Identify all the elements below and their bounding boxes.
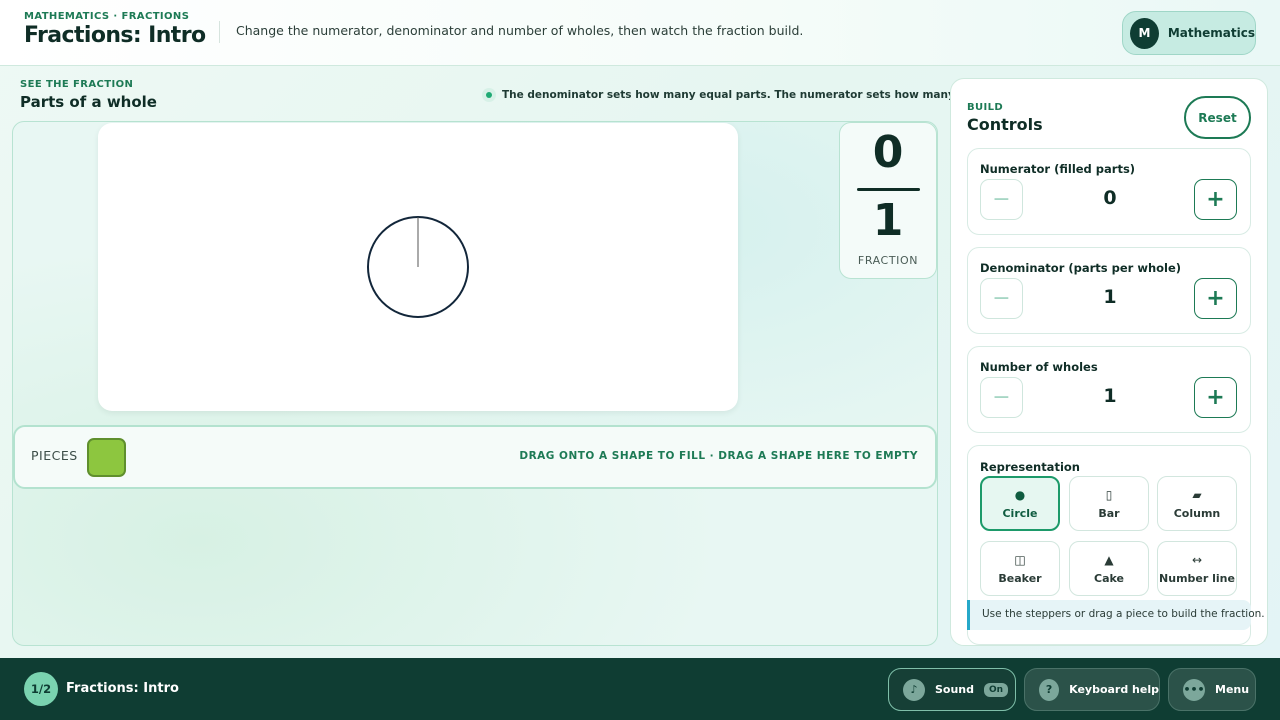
- numerator-label: Numerator (filled parts): [980, 162, 1136, 176]
- denominator-label: Denominator (parts per whole): [980, 261, 1182, 275]
- menu-button[interactable]: ••• Menu: [1168, 668, 1256, 711]
- header-description: Change the numerator, denominator and nu…: [236, 23, 804, 38]
- avatar: M: [1130, 17, 1159, 49]
- keyboard-help-label: Keyboard help: [1069, 683, 1159, 696]
- question-icon: ?: [1039, 678, 1060, 701]
- tray-label: PIECES: [31, 448, 78, 463]
- controls-panel: BUILD Controls Reset Numerator (filled p…: [950, 78, 1268, 646]
- subject-button[interactable]: M Mathematics: [1122, 11, 1256, 55]
- subject-label: Mathematics: [1167, 26, 1255, 40]
- app-header: MATHEMATICS · FRACTIONS Fractions: Intro…: [0, 0, 1280, 66]
- representation-option-label: Circle: [1002, 507, 1038, 520]
- wholes-label: Number of wholes: [980, 360, 1098, 374]
- page-title: Fractions: Intro: [24, 23, 206, 48]
- representation-label: Representation: [980, 460, 1080, 474]
- bar-icon: ▯: [1105, 488, 1113, 502]
- representation-number-line-button[interactable]: ↔ Number line: [1157, 541, 1237, 596]
- fraction-bar: [857, 188, 920, 191]
- fraction-display: 0 1 FRACTION: [839, 122, 937, 279]
- representation-option-label: Bar: [1098, 507, 1120, 520]
- shape-canvas: [98, 123, 738, 411]
- sound-toggle-button[interactable]: ♪ Sound On: [888, 668, 1016, 711]
- denominator-stepper: Denominator (parts per whole) − 1 +: [967, 247, 1251, 334]
- hint-dot-icon: [482, 88, 496, 102]
- representation-column-button[interactable]: ▰ Column: [1157, 476, 1237, 531]
- fraction-denominator: 1: [872, 195, 904, 246]
- denominator-value: 1: [1103, 286, 1117, 308]
- circle-icon: ●: [1014, 488, 1026, 502]
- music-note-icon: ♪: [903, 678, 925, 701]
- beaker-icon: ◫: [1014, 553, 1026, 567]
- header-eyebrow: MATHEMATICS · FRACTIONS: [24, 11, 190, 22]
- column-icon: ▰: [1192, 488, 1202, 502]
- fraction-label: FRACTION: [857, 254, 919, 267]
- numerator-stepper: Numerator (filled parts) − 0 +: [967, 148, 1251, 235]
- sound-state-badge: On: [984, 682, 1009, 697]
- number-line-icon: ↔: [1191, 553, 1203, 567]
- wholes-increment-button[interactable]: +: [1194, 377, 1237, 418]
- numerator-value: 0: [1103, 187, 1117, 209]
- tray-instructions: DRAG ONTO A SHAPE TO FILL · DRAG A SHAPE…: [519, 450, 918, 462]
- pieces-tray[interactable]: PIECES DRAG ONTO A SHAPE TO FILL · DRAG …: [13, 425, 937, 489]
- footer-title: Fractions: Intro: [66, 681, 179, 696]
- help-note: Use the steppers or drag a piece to buil…: [967, 600, 1265, 630]
- numerator-increment-button[interactable]: +: [1194, 179, 1237, 220]
- wholes-stepper: Number of wholes − 1 +: [967, 346, 1251, 433]
- stage-hint: The denominator sets how many equal part…: [482, 88, 1015, 102]
- representation-circle-button[interactable]: ● Circle: [980, 476, 1060, 531]
- representation-option-label: Beaker: [998, 572, 1042, 585]
- wholes-decrement-button[interactable]: −: [980, 377, 1023, 418]
- fraction-numerator: 0: [872, 127, 904, 178]
- more-dots-icon: •••: [1183, 678, 1205, 701]
- panel-title: Controls: [967, 115, 1043, 134]
- step-badge: 1/2: [24, 672, 58, 706]
- hint-text: The denominator sets how many equal part…: [502, 89, 1016, 101]
- sound-label: Sound: [935, 683, 975, 696]
- representation-option-label: Number line: [1159, 572, 1235, 585]
- stage-title: Parts of a whole: [20, 93, 157, 111]
- wholes-value: 1: [1103, 385, 1117, 407]
- stage-eyebrow: SEE THE FRACTION: [20, 79, 134, 90]
- header-divider: [219, 21, 220, 43]
- representation-option-label: Cake: [1094, 572, 1124, 585]
- draggable-piece[interactable]: [87, 438, 126, 477]
- representation-option-label: Column: [1173, 507, 1221, 520]
- cake-icon: ▲: [1104, 553, 1114, 567]
- shape-svg: [367, 216, 469, 318]
- reset-button[interactable]: Reset: [1184, 96, 1251, 139]
- menu-label: Menu: [1215, 683, 1250, 696]
- keyboard-help-button[interactable]: ? Keyboard help: [1024, 668, 1160, 711]
- representation-beaker-button[interactable]: ◫ Beaker: [980, 541, 1060, 596]
- denominator-increment-button[interactable]: +: [1194, 278, 1237, 319]
- representation-bar-button[interactable]: ▯ Bar: [1069, 476, 1149, 531]
- numerator-decrement-button[interactable]: −: [980, 179, 1023, 220]
- panel-eyebrow: BUILD: [967, 102, 1004, 113]
- footer-bar: 1/2 Fractions: Intro ♪ Sound On ? Keyboa…: [0, 658, 1280, 720]
- denominator-decrement-button[interactable]: −: [980, 278, 1023, 319]
- representation-cake-button[interactable]: ▲ Cake: [1069, 541, 1149, 596]
